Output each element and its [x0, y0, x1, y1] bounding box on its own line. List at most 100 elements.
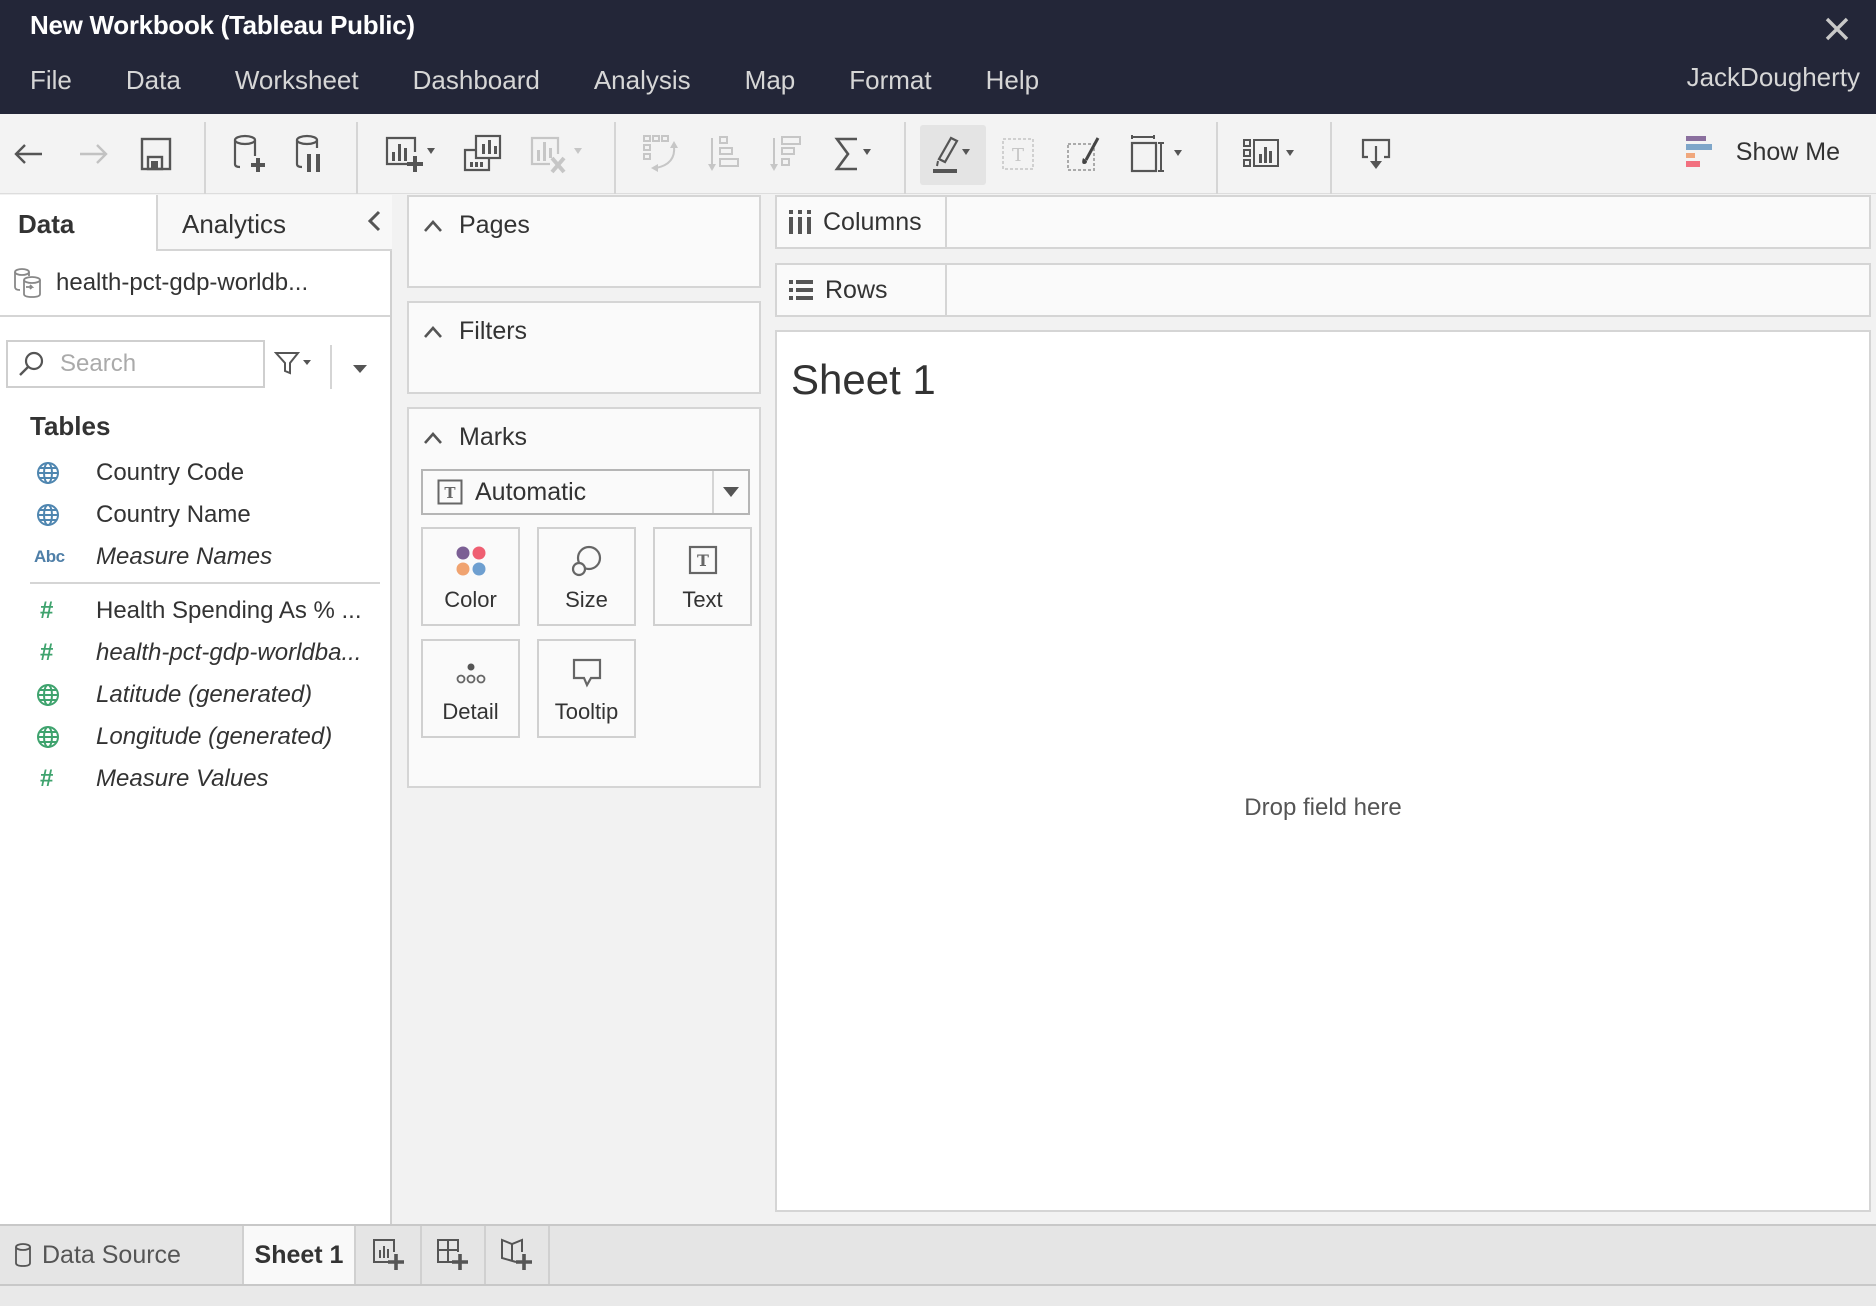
swap-rows-columns-button[interactable]: [640, 126, 684, 182]
highlight-button[interactable]: [920, 125, 986, 185]
marks-card-header[interactable]: Marks: [423, 423, 527, 452]
datasource-name: health-pct-gdp-worldb...: [56, 269, 309, 296]
new-story-tab-button[interactable]: [486, 1226, 550, 1284]
mark-type-dropdown[interactable]: T Automatic: [421, 469, 750, 515]
menu-worksheet[interactable]: Worksheet: [205, 60, 383, 104]
field-item-record-count[interactable]: # health-pct-gdp-worldba...: [0, 632, 390, 674]
new-worksheet-button[interactable]: [382, 126, 438, 182]
user-account-menu[interactable]: JackDougherty: [1687, 62, 1860, 93]
redo-button[interactable]: [74, 126, 114, 182]
highlighter-icon: [933, 136, 970, 173]
new-worksheet-icon: [373, 1239, 404, 1270]
save-button[interactable]: [136, 126, 176, 182]
show-cards-button[interactable]: [1240, 126, 1306, 182]
field-item-measure-values[interactable]: # Measure Values: [0, 758, 390, 800]
field-item-latitude[interactable]: Latitude (generated): [0, 674, 390, 716]
sort-descending-button[interactable]: [766, 126, 810, 182]
marks-card-title: Marks: [459, 423, 528, 451]
rows-icon: [789, 280, 813, 300]
pages-card-header[interactable]: Pages: [423, 211, 530, 240]
dimensions-measures-divider: [30, 582, 380, 584]
filters-card-header[interactable]: Filters: [423, 317, 527, 346]
clear-sheet-button[interactable]: [526, 126, 588, 182]
collapse-pane-button[interactable]: [366, 209, 382, 240]
format-workbook-button[interactable]: [1064, 126, 1104, 182]
field-item-country-name[interactable]: Country Name: [0, 494, 390, 536]
search-input[interactable]: [60, 350, 250, 378]
close-button[interactable]: [1820, 12, 1854, 46]
title-bar: New Workbook (Tableau Public) File Data …: [0, 0, 1876, 114]
new-dashboard-tab-button[interactable]: [422, 1226, 486, 1284]
rows-drop-zone[interactable]: [949, 265, 1869, 315]
text-icon: T: [688, 545, 717, 575]
show-me-bar: [1685, 161, 1700, 167]
chevron-up-icon: [424, 431, 442, 444]
hash-icon: #: [40, 765, 54, 792]
arrow-right-icon: [80, 144, 108, 164]
menu-file[interactable]: File: [0, 60, 96, 104]
globe-icon: [37, 726, 59, 748]
menu-map[interactable]: Map: [715, 60, 820, 104]
field-item-longitude[interactable]: Longitude (generated): [0, 716, 390, 758]
sigma-icon: [834, 137, 871, 171]
toolbar-separator: [904, 122, 906, 194]
presentation-mode-button[interactable]: [1356, 126, 1396, 182]
close-icon: [1825, 17, 1849, 41]
sort-ascending-button[interactable]: [704, 126, 748, 182]
menu-dashboard[interactable]: Dashboard: [383, 60, 564, 104]
field-filter-button[interactable]: [273, 350, 316, 381]
tab-sheet-1[interactable]: Sheet 1: [242, 1226, 356, 1284]
svg-text:T: T: [1012, 145, 1024, 166]
chevron-up-icon: [424, 325, 442, 338]
tables-heading: Tables: [30, 411, 111, 441]
tab-data[interactable]: Data: [0, 195, 156, 251]
globe-icon: [37, 504, 59, 526]
mark-type-dropdown-arrow[interactable]: [712, 471, 748, 513]
database-plus-icon: [233, 134, 265, 172]
field-search-box[interactable]: [6, 340, 265, 388]
field-item-measure-names[interactable]: Abc Measure Names: [0, 536, 390, 578]
worksheet-view[interactable]: Sheet 1 Drop field here: [775, 330, 1871, 1212]
marks-tooltip-button[interactable]: Tooltip: [537, 639, 636, 738]
caret-down-icon: [353, 365, 367, 373]
separator: [330, 345, 332, 389]
pane-tabs: Data Analytics: [0, 195, 392, 251]
totals-button[interactable]: [830, 126, 880, 182]
marks-text-button[interactable]: T Text: [653, 527, 752, 626]
sheet-title[interactable]: Sheet 1: [791, 356, 936, 404]
menu-format[interactable]: Format: [819, 60, 955, 104]
columns-shelf-header: Columns: [777, 197, 947, 247]
menu-data[interactable]: Data: [96, 60, 205, 104]
filters-card-title: Filters: [459, 317, 528, 345]
marks-detail-button[interactable]: Detail: [421, 639, 520, 738]
show-me-button[interactable]: Show Me: [1685, 136, 1840, 168]
sheet-tab-bar: Data Source Sheet 1: [0, 1224, 1876, 1286]
toolbar-separator: [356, 122, 358, 194]
new-data-source-button[interactable]: [228, 126, 272, 182]
marks-size-button[interactable]: Size: [537, 527, 636, 626]
filters-card[interactable]: Filters: [407, 301, 761, 394]
tab-analytics[interactable]: Analytics: [156, 195, 392, 251]
field-label: Latitude (generated): [96, 681, 313, 708]
pages-card[interactable]: Pages: [407, 195, 761, 288]
field-item-health-spending[interactable]: # Health Spending As % ...: [0, 590, 390, 632]
menu-help[interactable]: Help: [956, 60, 1063, 104]
pause-auto-updates-button[interactable]: [290, 126, 334, 182]
marks-color-button[interactable]: Color: [421, 527, 520, 626]
field-item-country-code[interactable]: Country Code: [0, 452, 390, 494]
field-label: Longitude (generated): [96, 723, 333, 750]
tab-data-source[interactable]: Data Source: [0, 1226, 242, 1284]
chart-duplicate-icon: [463, 134, 502, 172]
field-label: Measure Names: [96, 543, 273, 570]
search-icon: [19, 351, 44, 376]
new-worksheet-tab-button[interactable]: [358, 1226, 422, 1284]
undo-button[interactable]: [8, 126, 48, 182]
fit-button[interactable]: [1126, 126, 1192, 182]
menu-analysis[interactable]: Analysis: [564, 60, 715, 104]
datasource-item[interactable]: health-pct-gdp-worldb...: [0, 251, 390, 317]
data-pane-menu-button[interactable]: [352, 361, 368, 379]
show-mark-labels-button[interactable]: T: [998, 126, 1038, 182]
toolbar: T Show Me: [0, 114, 1876, 194]
duplicate-sheet-button[interactable]: [460, 126, 504, 182]
columns-drop-zone[interactable]: [949, 197, 1869, 247]
